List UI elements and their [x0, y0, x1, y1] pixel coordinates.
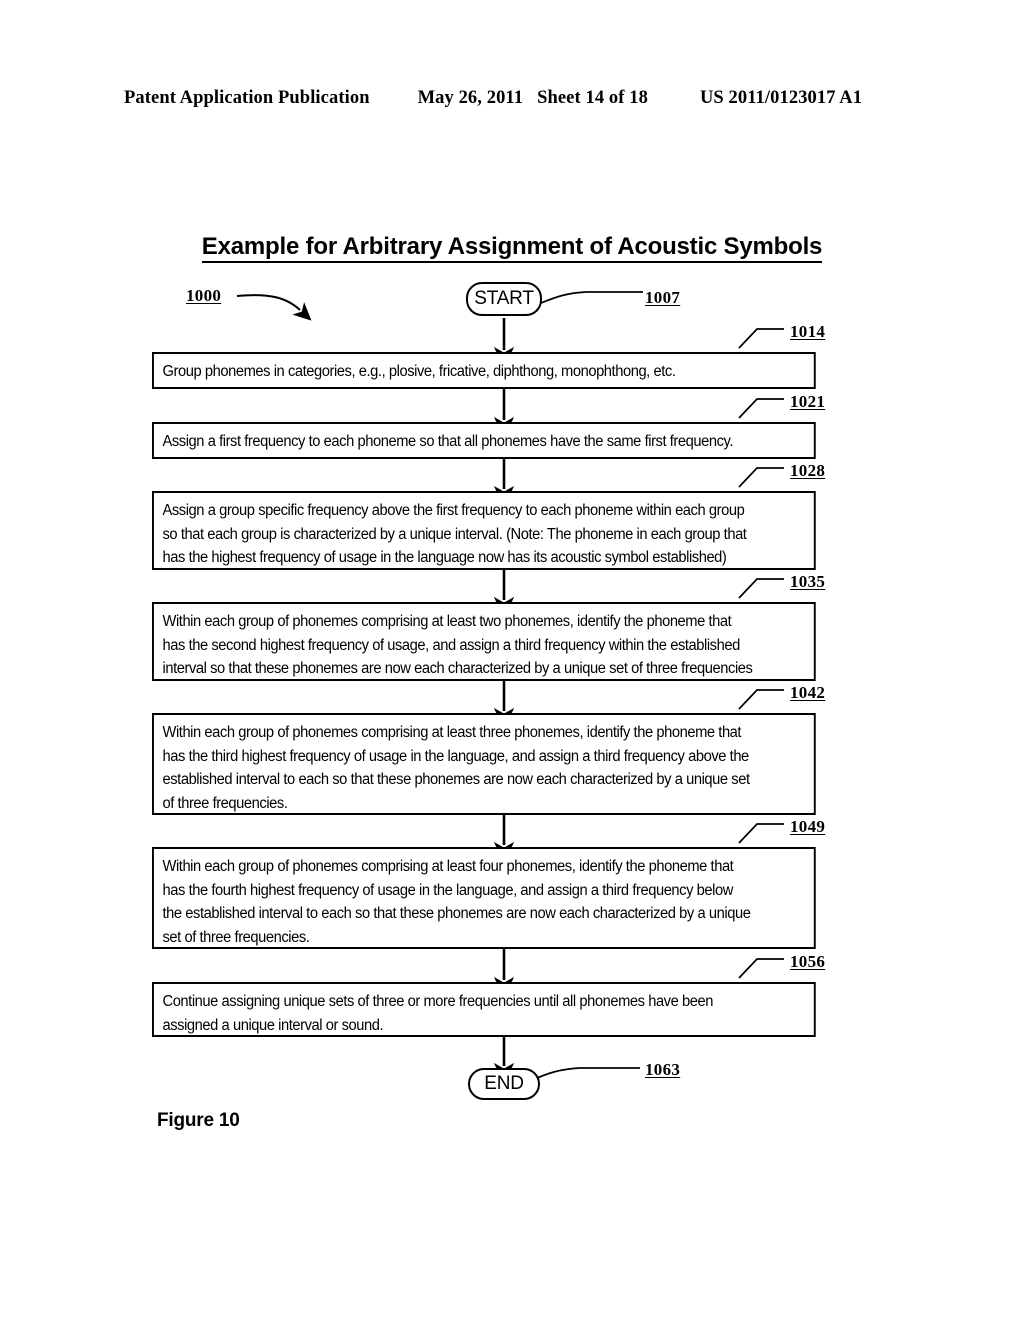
ref-1056: 1056	[790, 952, 826, 971]
start-terminator-label: START	[474, 288, 534, 309]
process-box-1028-line-1: Assign a group specific frequency above …	[162, 502, 745, 519]
process-box-1035-line-1: Within each group of phonemes comprising…	[162, 613, 732, 630]
leader-line-1028	[738, 467, 784, 488]
process-box-1042-line-4: of three frequencies.	[162, 794, 288, 812]
process-box-1049-line-2: has the fourth highest frequency of usag…	[162, 881, 734, 899]
process-box-1056-line-2: assigned a unique interval or sound.	[162, 1016, 384, 1034]
process-box-1049-line-4: set of three frequencies.	[162, 928, 310, 946]
figure-title-text: Example for Arbitrary Assignment of Acou…	[201, 233, 822, 263]
header-patent-number: US 2011/0123017 A1	[699, 88, 863, 108]
ref-1035: 1035	[790, 572, 826, 591]
figure-caption: Figure 10	[157, 1110, 240, 1131]
ref-1028: 1028	[790, 461, 826, 480]
leader-line-1049	[738, 823, 784, 844]
leader-line-1035	[738, 578, 784, 599]
process-box-1056[interactable]: Continue assigning unique sets of three …	[152, 982, 816, 1037]
process-box-1035[interactable]: Within each group of phonemes comprising…	[152, 602, 816, 681]
process-box-1042-line-2: has the third highest frequency of usage…	[162, 747, 750, 765]
patent-page: Patent Application Publication May 26, 2…	[0, 0, 1024, 1320]
end-terminator[interactable]: END	[468, 1068, 540, 1100]
leader-line-1021	[738, 398, 784, 419]
process-box-1056-line-1: Continue assigning unique sets of three …	[162, 993, 714, 1010]
ref-1063: 1063	[645, 1060, 681, 1079]
process-box-1021[interactable]: Assign a first frequency to each phoneme…	[152, 422, 816, 459]
leader-line-1042	[738, 689, 784, 710]
process-box-1028-line-3: has the highest frequency of usage in th…	[162, 549, 727, 566]
process-box-1049-line-1: Within each group of phonemes comprising…	[162, 858, 734, 875]
process-box-1042-line-1: Within each group of phonemes comprising…	[162, 724, 742, 741]
process-box-1028[interactable]: Assign a group specific frequency above …	[152, 491, 816, 570]
process-box-1049-line-3: the established interval to each so that…	[162, 905, 751, 922]
end-terminator-label: END	[484, 1073, 524, 1094]
figure-title: Example for Arbitrary Assignment of Acou…	[0, 233, 1024, 263]
process-box-1014-line-1: Group phonemes in categories, e.g., plos…	[162, 363, 676, 380]
process-box-1042-line-3: established interval to each so that the…	[162, 771, 751, 788]
ref-1021: 1021	[790, 392, 826, 411]
ref-1042: 1042	[790, 683, 826, 702]
header-date: May 26, 2011	[417, 88, 524, 108]
process-box-1028-line-2: so that each group is characterized by a…	[162, 525, 747, 543]
process-box-1021-line-1: Assign a first frequency to each phoneme…	[162, 433, 734, 450]
leader-line-1007	[540, 291, 643, 304]
ref-1014: 1014	[790, 322, 826, 341]
header-sheet-number: Sheet 14 of 18	[537, 88, 648, 108]
process-box-1014[interactable]: Group phonemes in categories, e.g., plos…	[152, 352, 816, 389]
leader-line-1014	[738, 328, 784, 349]
process-box-1035-line-2: has the second highest frequency of usag…	[162, 636, 741, 654]
leader-line-1063	[529, 1067, 640, 1082]
start-terminator[interactable]: START	[466, 282, 542, 316]
process-box-1042[interactable]: Within each group of phonemes comprising…	[152, 713, 816, 815]
diagram-ref-arrow	[236, 294, 312, 321]
publication-header: Patent Application Publication May 26, 2…	[124, 88, 914, 109]
ref-1007: 1007	[645, 288, 681, 307]
header-publication-label: Patent Application Publication	[124, 88, 370, 108]
process-box-1049[interactable]: Within each group of phonemes comprising…	[152, 847, 816, 949]
leader-line-1056	[738, 958, 784, 979]
ref-1049: 1049	[790, 817, 826, 836]
process-box-1035-line-3: interval so that these phonemes are now …	[162, 660, 753, 677]
ref-1000: 1000	[186, 286, 222, 305]
